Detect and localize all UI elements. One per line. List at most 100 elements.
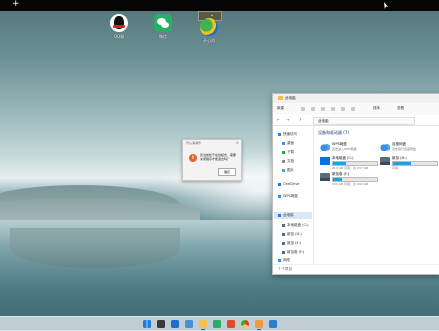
desktop-icon-label: 开心消 — [203, 38, 215, 43]
paste-icon[interactable] — [321, 107, 325, 111]
wechat-icon[interactable] — [213, 320, 221, 328]
section-header[interactable]: 设备和驱动器 (7) — [318, 130, 349, 136]
drive-icon — [320, 173, 330, 181]
nav-item-label: 此电脑 — [283, 213, 294, 217]
nav-item-pictures[interactable]: 图片 — [282, 167, 294, 173]
nav-item-network[interactable]: 网络 — [278, 257, 290, 263]
nav-item-label: 网络 — [283, 258, 290, 262]
file-explorer-window: 此电脑 新建 排序 查看 ← → ↑ 此电脑 快速访问 桌面 下载 文档 图片 … — [272, 93, 439, 275]
drive-icon — [282, 241, 285, 245]
copy-icon[interactable] — [311, 107, 315, 111]
navigation-pane: 快速访问 桌面 下载 文档 图片 OneDrive WPS网盘 此电脑 本地磁盘… — [273, 126, 314, 264]
network-icon — [278, 258, 281, 262]
content-pane: 设备和驱动器 (7) WPS网盘 双击进入WPS网盘 百度网盘 双击运行百度网盘… — [314, 126, 439, 264]
nav-item-drive-d[interactable]: 新加 (D:) — [282, 231, 302, 237]
nav-item-label: WPS网盘 — [283, 194, 298, 198]
download-icon — [282, 150, 285, 154]
drive-usage-fill — [393, 162, 411, 165]
dialog-message: 您当前处于在线模式，需要关闭程序才能退出吗？ — [200, 153, 237, 161]
nav-item-documents[interactable]: 文档 — [282, 158, 294, 164]
taskbar — [0, 316, 439, 331]
address-bar[interactable]: 此电脑 — [313, 117, 415, 125]
mouse-cursor — [384, 2, 388, 9]
file-explorer-icon[interactable] — [199, 320, 207, 330]
nav-item-drive-e[interactable]: 新加 (E:) — [282, 240, 301, 246]
sort-button[interactable]: 排序 — [373, 106, 380, 111]
start-button-icon[interactable] — [143, 320, 151, 328]
desktop-icon-game[interactable]: 开心消 — [194, 18, 224, 44]
nav-item-drive-f[interactable]: 新加卷 (F:) — [282, 249, 304, 255]
drive-usage-fill — [333, 162, 347, 165]
view-button[interactable]: 查看 — [397, 106, 404, 111]
drive-usage-fill — [333, 178, 342, 181]
desktop-icon-label: QQ聊 — [113, 34, 125, 39]
nav-item-label: 新加卷 (F:) — [287, 250, 305, 254]
window-titlebar: 此电脑 — [273, 94, 439, 103]
cut-icon[interactable] — [301, 107, 305, 111]
drive-tile-c[interactable]: 本地磁盘 (C:) 213 GB 可用，共 237 GB — [318, 156, 378, 172]
alert-dialog: 开心消消乐 × R 您当前处于在线模式，需要关闭程序才能退出吗？ 确定 — [182, 139, 242, 181]
drive-tile-d[interactable]: 新加 (D:) 可用 — [378, 156, 438, 172]
rename-icon[interactable] — [331, 107, 335, 111]
nav-item-downloads[interactable]: 下载 — [282, 149, 294, 155]
star-icon — [278, 132, 281, 136]
app-icon[interactable] — [269, 320, 277, 328]
nav-item-label: 桌面 — [287, 141, 294, 145]
nav-item-label: 文档 — [287, 159, 294, 163]
drive-icon — [282, 250, 285, 254]
drive-subtitle: 双击进入WPS网盘 — [332, 147, 357, 151]
nav-item-label: 本地磁盘 (C:) — [287, 223, 309, 227]
windows-icon — [320, 157, 330, 165]
store-icon[interactable] — [171, 320, 179, 328]
game-icon — [200, 18, 218, 36]
share-icon[interactable] — [341, 107, 345, 111]
drive-icon — [282, 223, 285, 227]
lake-reflection — [10, 228, 180, 268]
widgets-icon[interactable] — [185, 320, 193, 328]
task-view-icon[interactable] — [157, 320, 165, 328]
nav-item-label: 新加 (D:) — [287, 232, 302, 236]
app-icon[interactable] — [227, 320, 235, 328]
nav-item-desktop[interactable]: 桌面 — [282, 140, 294, 146]
drive-free-space: 213 GB 可用，共 237 GB — [332, 166, 369, 170]
game-icon[interactable] — [255, 320, 263, 330]
desktop-icon — [282, 141, 285, 145]
drive-free-space: 可用 — [392, 166, 399, 170]
nav-item-label: 下载 — [287, 150, 294, 154]
drive-icon — [380, 157, 390, 165]
chrome-icon[interactable] — [241, 320, 249, 328]
cloud-icon — [278, 194, 281, 198]
address-text: 此电脑 — [318, 118, 329, 123]
new-button[interactable]: 新建 — [277, 106, 284, 111]
item-count: 7 个项目 — [278, 267, 292, 271]
picture-icon — [282, 168, 285, 172]
forward-arrow-icon[interactable]: → — [286, 117, 289, 122]
close-icon[interactable]: × — [236, 140, 239, 145]
back-arrow-icon[interactable]: ← — [277, 117, 280, 122]
drive-free-space: 169 GB 可用，共 200 GB — [332, 182, 369, 186]
app-logo-icon: R — [189, 154, 197, 162]
drive-usage-bar — [392, 161, 438, 166]
nav-item-quick-access[interactable]: 快速访问 — [278, 131, 297, 137]
drive-tile-f[interactable]: 新加卷 (F:) 169 GB 可用，共 200 GB — [318, 172, 378, 188]
desktop-icon-wechat[interactable]: 微信 — [148, 14, 178, 40]
nav-item-this-pc[interactable]: 此电脑 — [278, 212, 294, 218]
nav-item-wps[interactable]: WPS网盘 — [278, 193, 298, 199]
desktop-icon-qq[interactable]: QQ聊 — [104, 14, 134, 40]
new-tab-button[interactable]: + — [12, 0, 20, 10]
cloud-icon — [320, 143, 330, 151]
address-bar-row: ← → ↑ 此电脑 — [273, 115, 439, 126]
nav-item-label: 新加 (E:) — [287, 241, 302, 245]
window-title: 此电脑 — [285, 96, 296, 100]
delete-icon[interactable] — [351, 107, 355, 111]
qq-penguin-icon — [110, 14, 128, 32]
nav-item-drive-c[interactable]: 本地磁盘 (C:) — [282, 222, 308, 228]
nav-item-onedrive[interactable]: OneDrive — [278, 181, 299, 187]
desktop-icon-label: 微信 — [159, 34, 167, 39]
up-arrow-icon[interactable]: ↑ — [299, 117, 302, 122]
nav-item-label: OneDrive — [283, 182, 300, 186]
ok-button[interactable]: 确定 — [218, 168, 236, 176]
cloud-icon — [278, 182, 281, 186]
cloud-icon — [380, 143, 390, 151]
top-bar: + — [0, 0, 439, 11]
